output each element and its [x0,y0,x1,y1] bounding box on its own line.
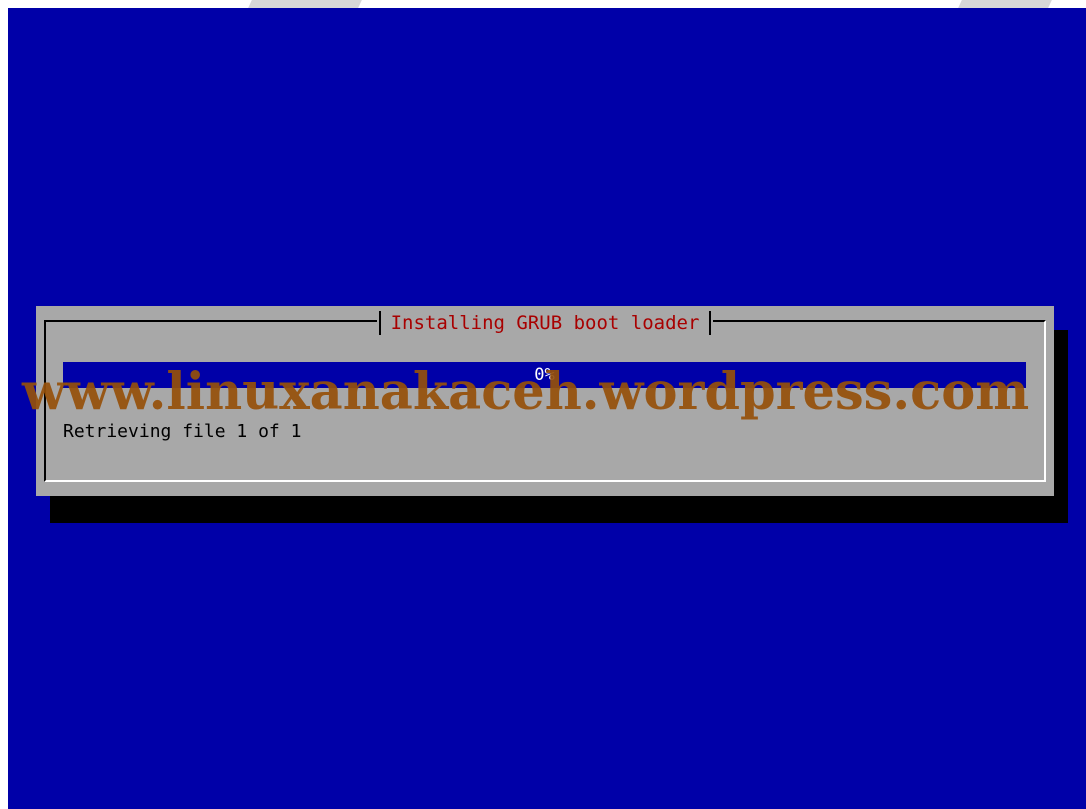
top-edge-artifact [248,0,362,8]
dialog-title-wrap: Installing GRUB boot loader [36,306,1054,340]
progress-bar: 0% [63,362,1026,388]
progress-label: 0% [534,365,555,385]
dialog-title: Installing GRUB boot loader [376,310,714,336]
top-edge-artifact [958,0,1052,8]
progress-dialog: Installing GRUB boot loader 0% Retrievin… [36,306,1054,496]
dialog-frame [44,320,1046,482]
page: Installing GRUB boot loader 0% Retrievin… [0,0,1086,809]
status-text: Retrieving file 1 of 1 [63,421,302,442]
